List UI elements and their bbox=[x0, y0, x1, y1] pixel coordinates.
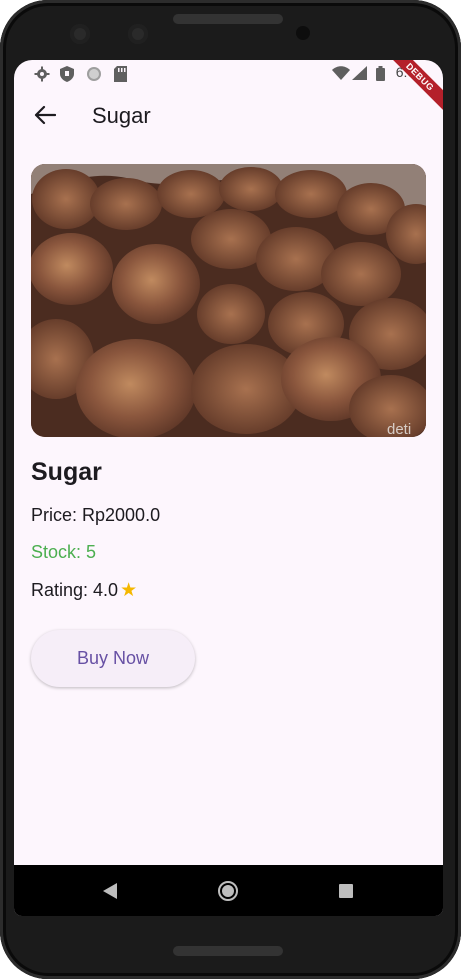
sdcard-icon bbox=[114, 66, 127, 85]
screen: 6:09 DEBUG Sugar bbox=[14, 60, 443, 916]
proximity-sensor bbox=[296, 26, 310, 40]
page-title: Sugar bbox=[92, 103, 151, 128]
nav-home-icon bbox=[218, 881, 238, 901]
signal-icon bbox=[352, 66, 367, 83]
back-button[interactable] bbox=[30, 100, 60, 130]
nav-back-button[interactable] bbox=[98, 879, 122, 903]
status-bar: 6:09 DEBUG bbox=[14, 60, 443, 114]
product-price: Price: Rp2000.0 bbox=[31, 505, 161, 525]
arrow-back-icon bbox=[34, 105, 56, 125]
circle-icon bbox=[86, 66, 102, 85]
product-rating: Rating: 4.0 ★ bbox=[31, 579, 137, 602]
rating-text: Rating: 4.0 bbox=[31, 580, 119, 600]
front-camera bbox=[70, 24, 90, 44]
nav-home-button[interactable] bbox=[216, 879, 240, 903]
product-stock: Stock: 5 bbox=[31, 542, 97, 562]
product-image: deti bbox=[31, 164, 426, 437]
earpiece-speaker bbox=[173, 14, 283, 24]
phone-frame: 6:09 DEBUG Sugar bbox=[0, 0, 461, 979]
nav-recents-button[interactable] bbox=[334, 879, 358, 903]
battery-icon bbox=[376, 66, 385, 84]
nav-recents-icon bbox=[339, 884, 353, 898]
navigation-bar bbox=[14, 865, 443, 916]
front-sensor bbox=[128, 24, 148, 44]
image-watermark: deti bbox=[387, 421, 411, 437]
wifi-icon bbox=[332, 66, 350, 83]
app-bar: Sugar bbox=[14, 86, 443, 144]
product-name: Sugar bbox=[31, 458, 102, 486]
shield-icon bbox=[60, 66, 74, 85]
palm-sugar-photo: deti bbox=[31, 164, 426, 437]
star-icon: ★ bbox=[120, 580, 138, 601]
bottom-speaker bbox=[173, 946, 283, 956]
buy-now-button[interactable]: Buy Now bbox=[31, 630, 195, 687]
settings-icon bbox=[34, 66, 50, 85]
nav-back-icon bbox=[103, 883, 117, 899]
